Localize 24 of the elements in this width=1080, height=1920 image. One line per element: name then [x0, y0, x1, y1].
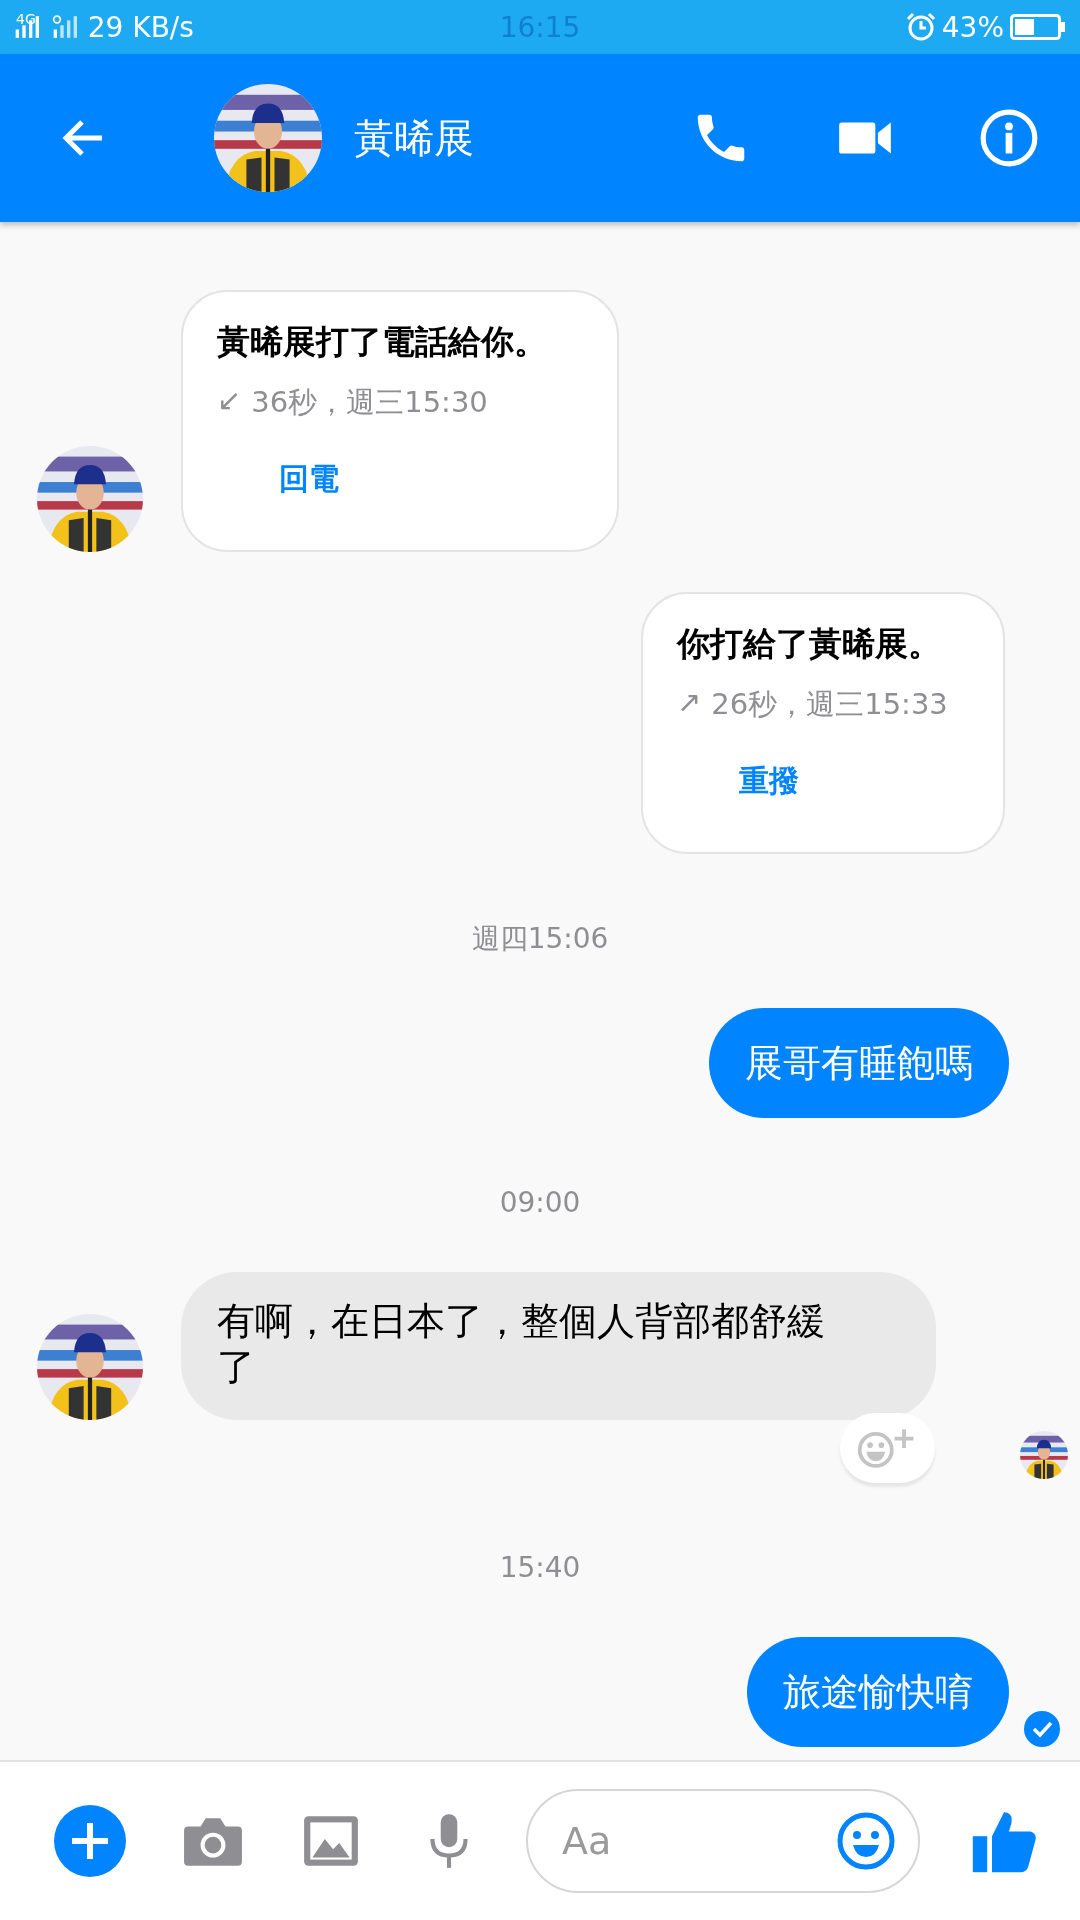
battery-percent: 43%	[941, 10, 1004, 44]
timestamp: 15:40	[498, 1550, 582, 1586]
message-bubble: 有啊，在日本了，整個人背部都舒緩了	[181, 1272, 936, 1420]
call-detail: 26秒，週三15:33	[711, 686, 948, 723]
call-title: 你打給了黃晞展。	[677, 623, 942, 665]
call-back-button[interactable]: 回電	[279, 459, 339, 500]
network-speed: 29 KB/s	[87, 10, 194, 44]
add-icon[interactable]	[54, 1805, 126, 1877]
message-bubble: 展哥有睡飽嗎	[709, 1008, 1009, 1118]
message-input[interactable]: Aa	[526, 1789, 920, 1893]
call-detail: 36秒，週三15:30	[251, 384, 488, 421]
timestamp: 09:00	[498, 1185, 582, 1221]
message-bubble: 旅途愉快唷	[747, 1637, 1009, 1747]
info-icon[interactable]	[978, 107, 1040, 169]
emoji-icon[interactable]	[836, 1811, 896, 1871]
network-type: 4G	[16, 11, 36, 27]
alarm-icon	[905, 12, 936, 42]
call-title: 黃晞展打了電話給你。	[217, 321, 548, 363]
battery-icon	[1010, 14, 1066, 40]
contact-name[interactable]: 黃晞展	[354, 110, 608, 166]
call-direction-icon: ↗	[677, 685, 702, 725]
call-back-button[interactable]: 重撥	[739, 761, 799, 802]
call-direction-icon: ↙	[217, 383, 242, 423]
timestamp: 週四15:06	[470, 921, 610, 957]
